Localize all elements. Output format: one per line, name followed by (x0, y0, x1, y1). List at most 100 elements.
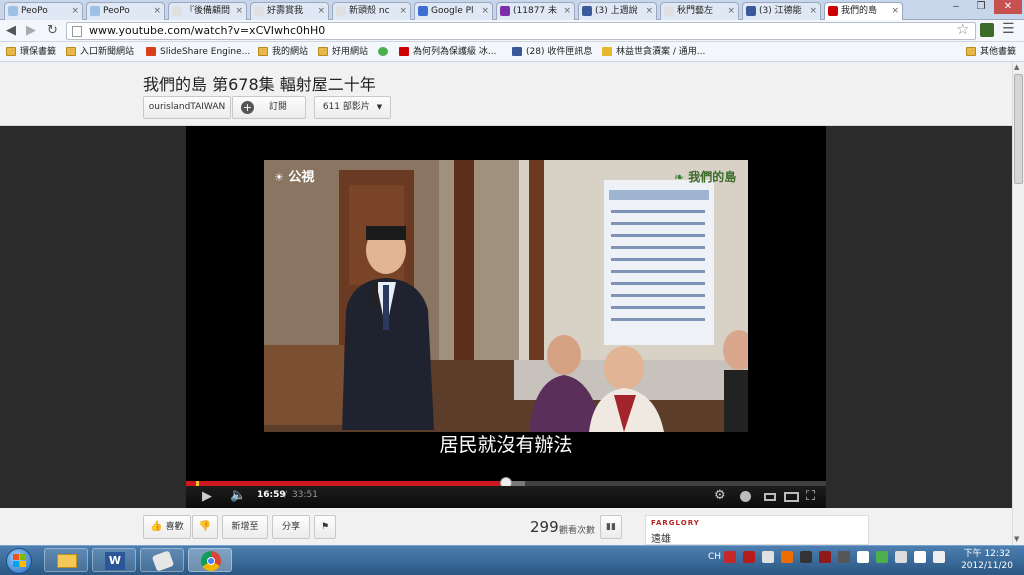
bookmark-0[interactable]: 環保書籤 (6, 45, 56, 59)
tab-close-icon[interactable]: × (399, 3, 407, 19)
watch-later-icon[interactable] (740, 491, 751, 502)
taskbar-word[interactable]: W (92, 548, 136, 572)
add-to-button[interactable]: 新增至 (222, 515, 268, 539)
tray-icon-0[interactable] (724, 551, 736, 563)
flag-button[interactable]: ⚑ (314, 515, 336, 539)
windows-logo-icon (13, 554, 19, 560)
tab-3[interactable]: 好壽賞我 × (250, 2, 329, 20)
tab-close-icon[interactable]: × (563, 3, 571, 19)
thumbs-up-icon: 👍 (150, 521, 163, 532)
bookmark-3[interactable]: 我的網站 (258, 45, 308, 59)
tray-icon-4[interactable] (800, 551, 812, 563)
dislike-button[interactable]: 👎 (192, 515, 218, 539)
subscribe-button[interactable]: + 訂閱 (232, 96, 306, 119)
tray-icon-8[interactable] (876, 551, 888, 563)
close-window-button[interactable]: ✕ (994, 0, 1022, 14)
stats-button[interactable]: ▮▮ (600, 515, 622, 539)
bookmark-1[interactable]: 入口新聞網站 (66, 45, 134, 59)
tab-8[interactable]: 秋門藝左 × (660, 2, 739, 20)
tab-close-icon[interactable]: × (235, 3, 243, 19)
tab-close-icon[interactable]: × (727, 3, 735, 19)
video-scene (264, 160, 748, 432)
tray-icon-1[interactable] (743, 551, 755, 563)
fullscreen-icon[interactable]: ⛶ (806, 489, 815, 504)
tray-icon-9[interactable] (895, 551, 907, 563)
youtube-icon (399, 47, 409, 56)
bookmark-label: 為何列為保護級 冰... (413, 47, 497, 57)
forward-icon[interactable]: ▶ (26, 23, 36, 39)
tab-favicon-icon (418, 6, 428, 16)
tray-icon-10[interactable] (914, 551, 926, 563)
tab-favicon-icon (828, 6, 838, 16)
tray-icon-5[interactable] (819, 551, 831, 563)
url-text: www.youtube.com/watch?v=xCVIwhc0hH0 (89, 24, 326, 37)
tab-title: Google Pl (431, 6, 474, 16)
bookmark-label: 我的網站 (272, 47, 309, 57)
tab-close-icon[interactable]: × (645, 3, 653, 19)
tray-icon-11[interactable] (933, 551, 945, 563)
input-language[interactable]: CH (708, 552, 721, 562)
small-player-icon[interactable] (764, 493, 776, 501)
ad-banner[interactable]: FARGLORY 遠雄 (645, 515, 869, 545)
tab-4[interactable]: 新頭殼 nc × (332, 2, 411, 20)
bookmark-4[interactable]: 好用網站 (318, 45, 368, 59)
scroll-up-icon[interactable]: ▲ (1014, 63, 1019, 71)
tab-9[interactable]: (3) 江德能 × (742, 2, 821, 20)
settings-gear-icon[interactable]: ⚙ (714, 488, 726, 503)
tab-1[interactable]: PeoPo × (86, 2, 165, 20)
like-button[interactable]: 👍 喜歡 (143, 515, 191, 539)
current-time: 16:59 (257, 490, 286, 500)
extension-icon[interactable] (980, 23, 994, 37)
tab-close-icon[interactable]: × (317, 3, 325, 19)
tab-5[interactable]: Google Pl × (414, 2, 493, 20)
bookmark-6[interactable]: 為何列為保護級 冰... (399, 45, 496, 59)
tab-7[interactable]: (3) 上週說 × (578, 2, 657, 20)
tray-icon-7[interactable] (857, 551, 869, 563)
tab-favicon-icon (8, 6, 18, 16)
tab-close-icon[interactable]: × (481, 3, 489, 19)
volume-icon[interactable]: 🔈 (230, 488, 246, 503)
tab-close-icon[interactable]: × (809, 3, 817, 19)
system-clock[interactable]: 下午 12:32 2012/11/20 (955, 548, 1019, 572)
bookmark-8[interactable]: 林益世貪瀆案 / 通用... (602, 45, 705, 59)
word-icon: W (105, 552, 125, 570)
bookmark-7[interactable]: (28) 收件匣訊息 (512, 45, 592, 59)
channel-button[interactable]: ourislandTAIWAN (143, 96, 231, 119)
minimize-button[interactable]: ‒ (943, 0, 969, 14)
wrench-menu-icon[interactable]: ☰ (1002, 21, 1015, 37)
bookmark-5[interactable] (378, 45, 392, 59)
tab-title: 我們的島 (841, 6, 878, 16)
tab-6[interactable]: (11877 未 × (496, 2, 575, 20)
tab-10[interactable]: 我們的島 × (824, 2, 903, 20)
watch-header: 我們的島 第678集 輻射屋二十年 ourislandTAIWAN + 訂閱 6… (0, 62, 1012, 126)
tab-2[interactable]: 『後備顧問 × (168, 2, 247, 20)
other-bookmarks[interactable]: 其他書籤 (966, 45, 1016, 59)
maximize-button[interactable]: ❐ (968, 0, 994, 14)
back-icon[interactable]: ◀ (6, 23, 16, 39)
address-bar[interactable]: www.youtube.com/watch?v=xCVIwhc0hH0 (66, 22, 976, 40)
share-button[interactable]: 分享 (272, 515, 310, 539)
video-frame[interactable]: ☀ 公視 ❧ 我們的島 (264, 160, 748, 432)
taskbar-chrome[interactable] (188, 548, 232, 572)
plus-icon: + (241, 101, 254, 114)
bookmark-2[interactable]: SlideShare Engine... (146, 45, 250, 59)
chrome-center (207, 557, 215, 565)
taskbar-explorer[interactable] (44, 548, 88, 572)
play-icon[interactable]: ▶ (202, 489, 212, 504)
tab-close-icon[interactable]: × (153, 3, 161, 19)
bookmark-label: 好用網站 (332, 47, 369, 57)
scrollbar-thumb[interactable] (1014, 74, 1023, 184)
tray-icon-6[interactable] (838, 551, 850, 563)
tab-0[interactable]: PeoPo × (4, 2, 83, 20)
tab-close-icon[interactable]: × (891, 3, 899, 19)
large-player-icon[interactable] (784, 492, 799, 502)
taskbar-paint[interactable] (140, 548, 184, 572)
reload-icon[interactable]: ↻ (47, 23, 58, 39)
bookmark-star-icon[interactable]: ☆ (956, 21, 969, 37)
tab-close-icon[interactable]: × (71, 3, 79, 19)
start-button[interactable] (6, 548, 32, 574)
tray-icon-3[interactable] (781, 551, 793, 563)
scroll-down-icon[interactable]: ▼ (1014, 535, 1019, 543)
videos-count-button[interactable]: 611 部影片 ▼ (314, 96, 391, 119)
tray-icon-2[interactable] (762, 551, 774, 563)
